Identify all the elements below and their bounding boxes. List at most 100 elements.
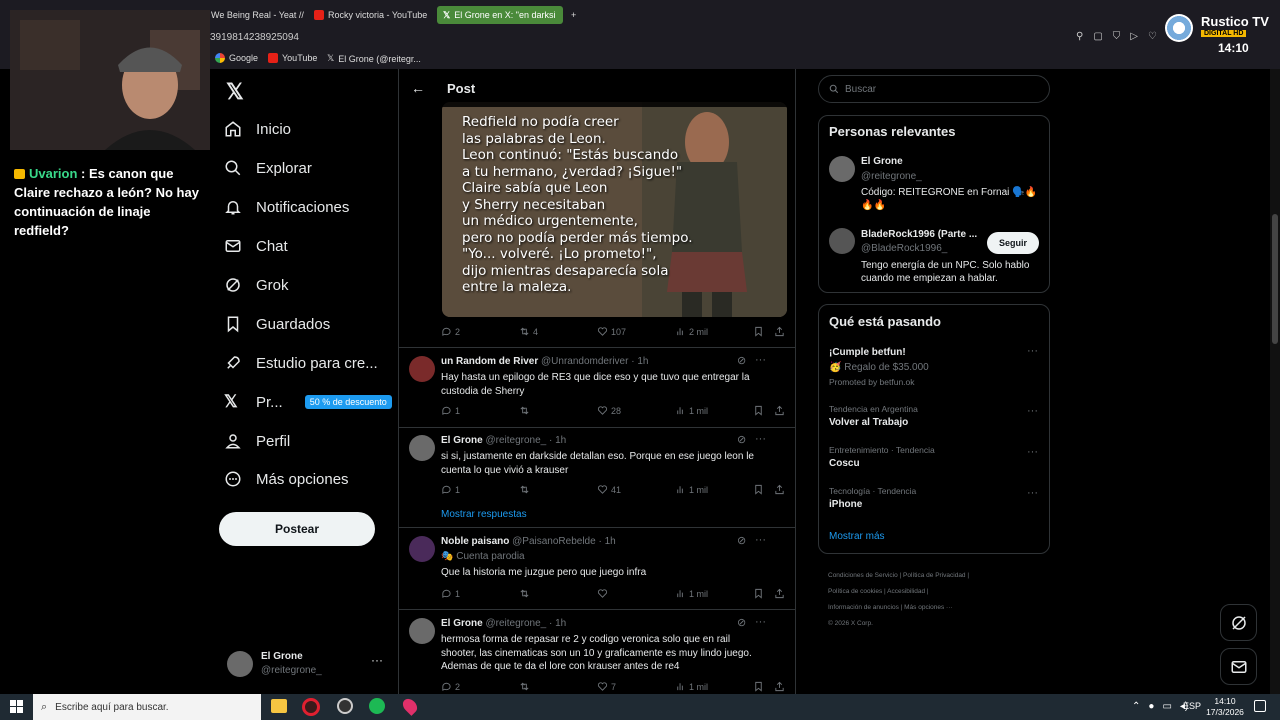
reply-author[interactable]: un Random de River — [441, 356, 538, 367]
share-button[interactable] — [774, 681, 785, 692]
more-icon[interactable]: ··· — [1027, 345, 1038, 357]
repost-button[interactable] — [519, 405, 530, 416]
post-button[interactable]: Postear — [219, 512, 375, 546]
page-scrollbar[interactable] — [1270, 69, 1280, 694]
like-button[interactable]: 107 — [597, 326, 626, 337]
footer-link[interactable]: Accesibilidad — [887, 588, 925, 595]
views-button[interactable]: 1 mil — [675, 484, 708, 495]
new-tab-button[interactable]: + — [565, 6, 579, 24]
back-arrow-icon[interactable]: ← — [411, 80, 425, 96]
more-icon[interactable]: ··· — [371, 653, 383, 667]
nav-item-premium[interactable]: 𝕏 Pr... 50 % de descuento — [224, 389, 392, 415]
like-button[interactable]: 7 — [597, 681, 616, 692]
more-icon[interactable]: ··· — [755, 354, 766, 366]
app-icon[interactable] — [400, 696, 420, 716]
nav-item-mas-opciones[interactable]: Más opciones — [224, 466, 349, 492]
avatar[interactable] — [829, 156, 855, 182]
nav-item-inicio[interactable]: Inicio — [224, 116, 291, 142]
obs-icon[interactable] — [337, 698, 353, 714]
post-image[interactable]: Redfield no podía creer las palabras de … — [442, 102, 787, 317]
bookmark-button[interactable] — [753, 588, 764, 599]
reply-post[interactable]: un Random de River @Unrandomderiver · 1h… — [399, 347, 795, 427]
footer-link[interactable]: Política de cookies — [828, 588, 882, 595]
taskbar-clock[interactable]: 14:10 17/3/2026 — [1205, 696, 1245, 718]
reply-post[interactable]: Noble paisano @PaisanoRebelde · 1h ⊘ ···… — [399, 527, 795, 609]
search-input[interactable]: Buscar — [818, 75, 1050, 103]
nav-item-guardados[interactable]: Guardados — [224, 311, 330, 337]
bookmark-button[interactable] — [753, 484, 764, 495]
avatar[interactable] — [829, 228, 855, 254]
bookmark-youtube[interactable]: YouTube — [268, 53, 317, 63]
nav-item-perfil[interactable]: Perfil — [224, 428, 290, 454]
reply-button[interactable]: 1 — [441, 588, 460, 599]
reply-author[interactable]: El Grone — [441, 435, 483, 446]
share-button[interactable] — [774, 326, 785, 337]
notifications-icon[interactable] — [1254, 700, 1266, 712]
nav-item-notificaciones[interactable]: Notificaciones — [224, 194, 349, 220]
trend-name[interactable]: iPhone — [829, 499, 862, 510]
share-button[interactable] — [774, 484, 785, 495]
network-icon[interactable]: ▭ — [1162, 701, 1171, 712]
x-home-logo-icon[interactable]: 𝕏 — [226, 79, 244, 105]
reply-author[interactable]: Noble paisano — [441, 536, 509, 547]
shield-icon[interactable]: ⛉ — [1113, 31, 1121, 42]
person-name[interactable]: BladeRock1996 (Parte ... — [861, 229, 977, 240]
bookmark-button[interactable] — [753, 681, 764, 692]
views-button[interactable]: 2 mil — [675, 326, 708, 337]
nav-item-explorar[interactable]: Explorar — [224, 155, 312, 181]
bookmark-button[interactable] — [753, 326, 764, 337]
trend-name[interactable]: Coscu — [829, 458, 860, 469]
views-button[interactable]: 1 mil — [675, 681, 708, 692]
more-icon[interactable]: ··· — [755, 433, 766, 445]
nav-item-grok[interactable]: Grok — [224, 272, 289, 298]
share-button[interactable] — [774, 405, 785, 416]
footer-link[interactable]: Condiciones de Servicio — [828, 572, 898, 579]
like-button[interactable]: 41 — [597, 484, 621, 495]
repost-button[interactable]: 4 — [519, 326, 538, 337]
reply-author[interactable]: El Grone — [441, 618, 483, 629]
repost-button[interactable] — [519, 681, 530, 692]
follow-button[interactable]: Seguir — [987, 232, 1039, 254]
grok-icon[interactable]: ⊘ — [737, 616, 746, 629]
footer-link[interactable]: Más opciones ··· — [904, 604, 952, 611]
mic-icon[interactable]: ● — [1148, 701, 1154, 712]
account-switcher[interactable]: El Grone @reitegrone_ ··· — [227, 649, 387, 681]
reply-button[interactable]: 1 — [441, 484, 460, 495]
grok-icon[interactable]: ⊘ — [737, 534, 746, 547]
like-button[interactable] — [597, 588, 608, 599]
more-icon[interactable]: ··· — [755, 616, 766, 628]
reply-button[interactable]: 2 — [441, 681, 460, 692]
grok-icon[interactable]: ⊘ — [737, 433, 746, 446]
trend-name[interactable]: ¡Cumple betfun! — [829, 347, 906, 358]
browser-tab-active[interactable]: 𝕏 El Grone en X: "en darksi — [437, 6, 563, 24]
views-button[interactable]: 1 mil — [675, 405, 708, 416]
messages-float-button[interactable] — [1220, 648, 1257, 685]
more-icon[interactable]: ··· — [1027, 487, 1038, 499]
taskbar-search-input[interactable]: ⌕ Escribe aquí para buscar. — [33, 694, 261, 720]
pin-icon[interactable]: ⚲ — [1076, 31, 1083, 42]
person-name[interactable]: El Grone — [861, 156, 903, 167]
more-icon[interactable]: ··· — [755, 534, 766, 546]
windows-start-icon[interactable] — [10, 700, 23, 713]
nav-item-estudio[interactable]: Estudio para cre... — [224, 350, 378, 376]
more-icon[interactable]: ··· — [1027, 446, 1038, 458]
show-more-link[interactable]: Mostrar más — [829, 531, 885, 542]
like-button[interactable]: 28 — [597, 405, 621, 416]
reply-post[interactable]: El Grone @reitegrone_ · 1h ⊘ ··· hermosa… — [399, 609, 795, 694]
reply-post[interactable]: El Grone @reitegrone_ · 1h ⊘ ··· si si, … — [399, 427, 795, 527]
bookmark-x-profile[interactable]: 𝕏 El Grone (@reitegr... — [327, 53, 421, 64]
repost-button[interactable] — [519, 588, 530, 599]
grok-float-button[interactable] — [1220, 604, 1257, 641]
grok-icon[interactable]: ⊘ — [737, 354, 746, 367]
bookmark-google[interactable]: Google — [215, 53, 258, 63]
opera-icon[interactable] — [302, 698, 320, 716]
footer-link[interactable]: Información de anuncios — [828, 604, 899, 611]
views-button[interactable]: 1 mil — [675, 588, 708, 599]
show-replies-link[interactable]: Mostrar respuestas — [441, 509, 527, 520]
share-button[interactable] — [774, 588, 785, 599]
more-icon[interactable]: ··· — [1027, 405, 1038, 417]
chevron-up-icon[interactable]: ⌃ — [1132, 701, 1140, 712]
reply-button[interactable]: 1 — [441, 405, 460, 416]
spotify-icon[interactable] — [369, 698, 385, 714]
file-explorer-icon[interactable] — [271, 699, 287, 713]
